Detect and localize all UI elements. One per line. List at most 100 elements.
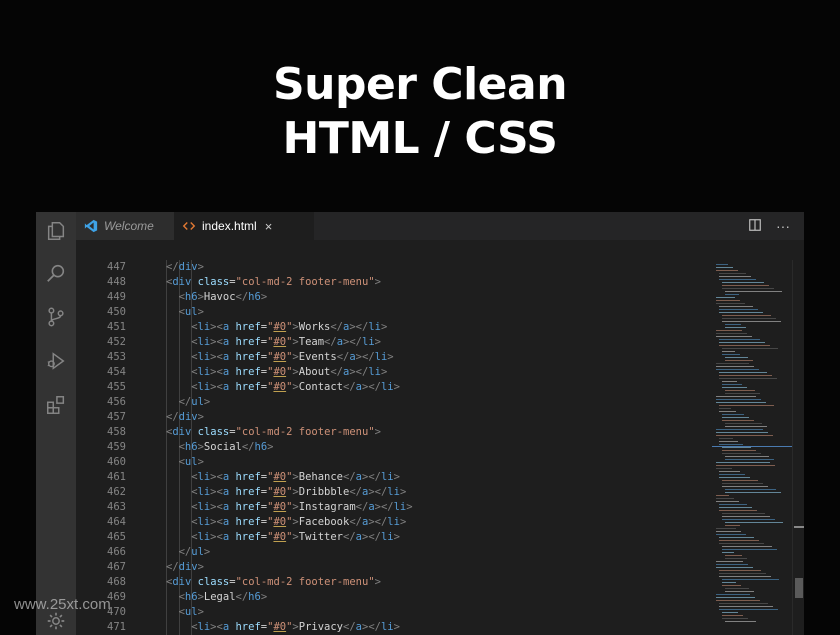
code-token: "col-md-2 footer-menu" [235,576,375,588]
minimap-line [716,498,734,499]
code-token: href [235,516,261,528]
extensions-icon[interactable] [45,394,67,416]
minimap-line [719,507,752,508]
split-editor-icon[interactable] [748,218,762,235]
minimap-line [719,378,777,379]
minimap-line [716,531,741,532]
minimap-line [725,525,740,526]
code-token: href [235,381,261,393]
close-tab-icon[interactable]: × [265,219,273,234]
minimap-line [719,471,740,472]
minimap-line [722,387,747,388]
code-token: >< [210,531,223,543]
minimap-line [722,549,777,550]
minimap-line [716,267,733,268]
minimap-line [716,333,747,334]
minimap-line [722,585,741,586]
code-token: "col-md-2 footer-menu" [235,426,375,438]
more-actions-icon[interactable]: ··· [776,218,790,235]
minimap-line [719,441,738,442]
minimap-line [716,465,775,466]
code-token: Behance [298,471,344,483]
minimap-line [722,282,764,283]
code-token: ></ [349,321,369,333]
minimap-line [719,537,754,538]
minimap-line [716,369,759,370]
minimap-line [725,588,749,589]
code-line: <li><a href="#0">Events</a></li> [136,350,706,365]
line-number: 447 [107,261,126,273]
code-token: li [380,471,394,483]
code-token: > [393,531,400,543]
line-number: 471 [107,621,126,633]
code-token: > [374,576,381,588]
code-line: <li><a href="#0">Dribbble</a></li> [136,485,706,500]
minimap-line [719,372,767,373]
minimap-line [725,555,742,556]
code-token: > [406,501,413,513]
scrollbar-thumb[interactable] [795,578,803,598]
search-icon[interactable] [45,262,67,284]
tab-index-html[interactable]: index.html × [174,212,314,240]
code-line: </ul> [136,545,706,560]
tab-welcome[interactable]: Welcome [76,212,174,240]
minimap-line [722,315,771,316]
source-control-icon[interactable] [45,306,67,328]
line-number: 452 [107,336,126,348]
code-token: ul [184,606,198,618]
minimap-line [716,336,752,337]
settings-gear-icon[interactable] [45,610,67,632]
minimap-line [719,444,743,445]
minimap-line [716,594,750,595]
code-token: ></ [374,501,394,513]
code-token: Dribbble [298,486,350,498]
code-token: </ [178,396,192,408]
minimap-line [716,567,753,568]
minimap-line [725,492,781,493]
code-token: > [399,486,407,498]
code-token: > [374,276,381,288]
watermark: www.25xt.com [14,596,111,613]
run-debug-icon[interactable] [45,350,67,372]
minimap-line [716,432,768,433]
minimap-line [719,573,766,574]
code-token: div [172,426,192,438]
code-line: <li><a href="#0">Privacy</a></li> [136,620,706,635]
minimap-line [725,558,747,559]
code-token: #0 [273,516,287,528]
code-token: h6 [184,591,198,603]
code-token: "col-md-2 footer-menu" [235,276,375,288]
minimap-line [716,366,754,367]
code-token: > [197,606,204,618]
minimap-line [722,516,770,517]
minimap-line [716,597,755,598]
minimap-line [725,291,782,292]
vertical-scrollbar[interactable] [792,260,804,635]
minimap-line [725,591,754,592]
minimap-line [722,348,778,349]
code-token: li [368,321,381,333]
code-token: </ [166,561,179,573]
code-token: #0 [273,531,287,543]
minimap-line [722,486,768,487]
code-token: class [197,576,230,588]
minimap-line [716,600,760,601]
code-token: li [387,486,400,498]
code-token: </ [235,591,249,603]
minimap-line [725,522,783,523]
code-token: li [197,486,211,498]
minimap-viewport[interactable] [712,446,792,447]
code-token: href [235,321,261,333]
code-token: > [393,621,400,633]
code-token: </ [330,366,344,378]
code-token: class [197,276,230,288]
minimap[interactable] [712,260,792,635]
minimap-line [719,339,760,340]
code-area[interactable]: </div> <div class="col-md-2 footer-menu">… [136,260,706,635]
code-token: div [172,576,192,588]
code-token: Events [298,351,337,363]
code-token: > [197,261,204,273]
code-token: >< [210,486,223,498]
explorer-icon[interactable] [45,220,67,242]
code-line: <li><a href="#0">Works</a></li> [136,320,706,335]
